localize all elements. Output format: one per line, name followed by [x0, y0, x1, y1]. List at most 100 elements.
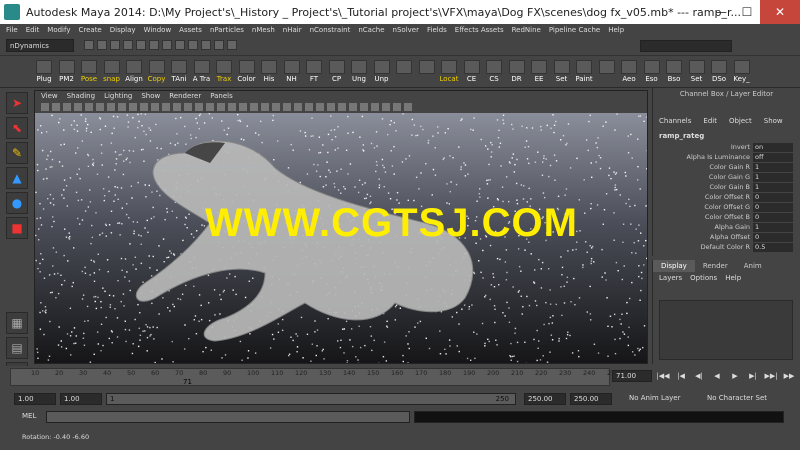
shelf-button-6[interactable]: TAni: [169, 60, 189, 86]
command-language-label[interactable]: MEL: [22, 412, 36, 420]
shelf-button-10[interactable]: His: [259, 60, 279, 86]
panel-toolbar-icon[interactable]: [393, 103, 401, 111]
panel-menu-show[interactable]: Show: [141, 92, 160, 100]
menu-help[interactable]: Help: [608, 26, 624, 34]
shelf-button-5[interactable]: Copy: [147, 60, 167, 86]
menu-file[interactable]: File: [6, 26, 18, 34]
scale-tool-icon[interactable]: ■: [6, 217, 28, 239]
select-hierarchy-icon[interactable]: [123, 40, 133, 50]
playback-start-field[interactable]: 1.00: [60, 393, 102, 405]
shelf-button-25[interactable]: [597, 60, 617, 86]
shelf-button-31[interactable]: Key_: [732, 60, 752, 86]
step-back-frame-icon[interactable]: ◀|: [692, 370, 706, 382]
select-component-icon[interactable]: [149, 40, 159, 50]
attribute-row[interactable]: Color Gain R1: [653, 162, 800, 172]
menu-modify[interactable]: Modify: [47, 26, 70, 34]
channel-box-menu-show[interactable]: Show: [764, 117, 783, 125]
panel-toolbar-icon[interactable]: [118, 103, 126, 111]
rotate-tool-icon[interactable]: ●: [6, 192, 28, 214]
step-forward-frame-icon[interactable]: ▶|: [746, 370, 760, 382]
channel-box-menu-channels[interactable]: Channels: [659, 117, 691, 125]
menu-window[interactable]: Window: [144, 26, 172, 34]
time-slider-bar[interactable]: 71 10 20 30 40 50 60 70 80 90 100 110 120 130 140 150 1…: [10, 368, 619, 386]
attribute-row[interactable]: Color Gain B1: [653, 182, 800, 192]
attribute-row[interactable]: Invert on: [653, 142, 800, 152]
menu-fields[interactable]: Fields: [427, 26, 447, 34]
attribute-value[interactable]: on: [753, 142, 793, 152]
menu-display[interactable]: Display: [110, 26, 136, 34]
attribute-row[interactable]: Color Offset R0: [653, 192, 800, 202]
attribute-row[interactable]: Color Offset B0: [653, 212, 800, 222]
panel-toolbar-icon[interactable]: [404, 103, 412, 111]
panel-toolbar-icon[interactable]: [52, 103, 60, 111]
go-to-end-icon[interactable]: ▶▶: [782, 370, 796, 382]
panel-toolbar-icon[interactable]: [371, 103, 379, 111]
panel-toolbar-icon[interactable]: [96, 103, 104, 111]
attribute-value[interactable]: off: [753, 152, 793, 162]
panel-menu-view[interactable]: View: [41, 92, 58, 100]
menu-nparticles[interactable]: nParticles: [210, 26, 244, 34]
panel-toolbar-icon[interactable]: [162, 103, 170, 111]
shelf-button-11[interactable]: NH: [282, 60, 302, 86]
shelf-button-7[interactable]: A Tra: [192, 60, 212, 86]
shelf-button-16[interactable]: [394, 60, 414, 86]
tab-display[interactable]: Display: [653, 260, 695, 272]
layer-list[interactable]: [659, 300, 793, 360]
shelf-button-8[interactable]: Trax: [214, 60, 234, 86]
panel-toolbar-icon[interactable]: [283, 103, 291, 111]
shelf-button-27[interactable]: Eso: [642, 60, 662, 86]
perspective-viewport[interactable]: WWW.CGTSJ.COM: [35, 113, 647, 363]
attribute-row[interactable]: Alpha Offset 0: [653, 232, 800, 242]
panel-toolbar-icon[interactable]: [261, 103, 269, 111]
shelf-button-26[interactable]: Aeo: [619, 60, 639, 86]
anim-end-field[interactable]: 250.00: [570, 393, 612, 405]
open-scene-icon[interactable]: [97, 40, 107, 50]
shelf-button-13[interactable]: CP: [327, 60, 347, 86]
panel-toolbar-icon[interactable]: [349, 103, 357, 111]
move-tool-icon[interactable]: ▲: [6, 167, 28, 189]
menu-pipeline-cache[interactable]: Pipeline Cache: [549, 26, 600, 34]
attribute-value[interactable]: 0: [753, 202, 793, 212]
shelf-button-24[interactable]: Paint: [574, 60, 594, 86]
attribute-row[interactable]: Alpha Is Luminance off: [653, 152, 800, 162]
panel-toolbar-icon[interactable]: [217, 103, 225, 111]
new-scene-icon[interactable]: [84, 40, 94, 50]
attribute-value[interactable]: 1: [753, 162, 793, 172]
channel-box-menu-edit[interactable]: Edit: [703, 117, 717, 125]
render-icon[interactable]: [201, 40, 211, 50]
snap-curve-icon[interactable]: [175, 40, 185, 50]
panel-toolbar-icon[interactable]: [327, 103, 335, 111]
attribute-row[interactable]: Alpha Gain 1: [653, 222, 800, 232]
go-to-start-icon[interactable]: |◀◀: [656, 370, 670, 382]
maximize-button[interactable]: ☐: [734, 0, 760, 24]
menu-nsolver[interactable]: nSolver: [393, 26, 419, 34]
shelf-button-20[interactable]: CS: [484, 60, 504, 86]
menu-set-dropdown[interactable]: nDynamics: [6, 39, 74, 52]
attribute-row[interactable]: Color Gain G1: [653, 172, 800, 182]
panel-toolbar-icon[interactable]: [294, 103, 302, 111]
save-scene-icon[interactable]: [110, 40, 120, 50]
snap-grid-icon[interactable]: [162, 40, 172, 50]
shelf-button-12[interactable]: FT: [304, 60, 324, 86]
anim-layer-dropdown[interactable]: No Anim Layer: [626, 393, 698, 405]
shelf-button-15[interactable]: Unp: [372, 60, 392, 86]
four-view-layout-icon[interactable]: ▤: [6, 337, 28, 359]
menu-nmesh[interactable]: nMesh: [252, 26, 275, 34]
shelf-button-29[interactable]: Set: [687, 60, 707, 86]
panel-toolbar-icon[interactable]: [129, 103, 137, 111]
shelf-button-0[interactable]: Plug: [34, 60, 54, 86]
command-input[interactable]: [46, 411, 410, 423]
layer-menu-layers[interactable]: Layers: [659, 274, 682, 282]
attribute-value[interactable]: 0: [753, 212, 793, 222]
ipr-render-icon[interactable]: [214, 40, 224, 50]
shelf-button-30[interactable]: DSo: [709, 60, 729, 86]
attribute-row[interactable]: Color Offset G0: [653, 202, 800, 212]
panel-toolbar-icon[interactable]: [272, 103, 280, 111]
menu-assets[interactable]: Assets: [179, 26, 202, 34]
shelf-button-23[interactable]: Set: [552, 60, 572, 86]
shelf-button-4[interactable]: Align: [124, 60, 144, 86]
panel-menu-shading[interactable]: Shading: [67, 92, 95, 100]
attribute-row[interactable]: Default Color R 0.5: [653, 242, 800, 252]
range-bar[interactable]: 1 250: [106, 393, 516, 405]
select-object-icon[interactable]: [136, 40, 146, 50]
